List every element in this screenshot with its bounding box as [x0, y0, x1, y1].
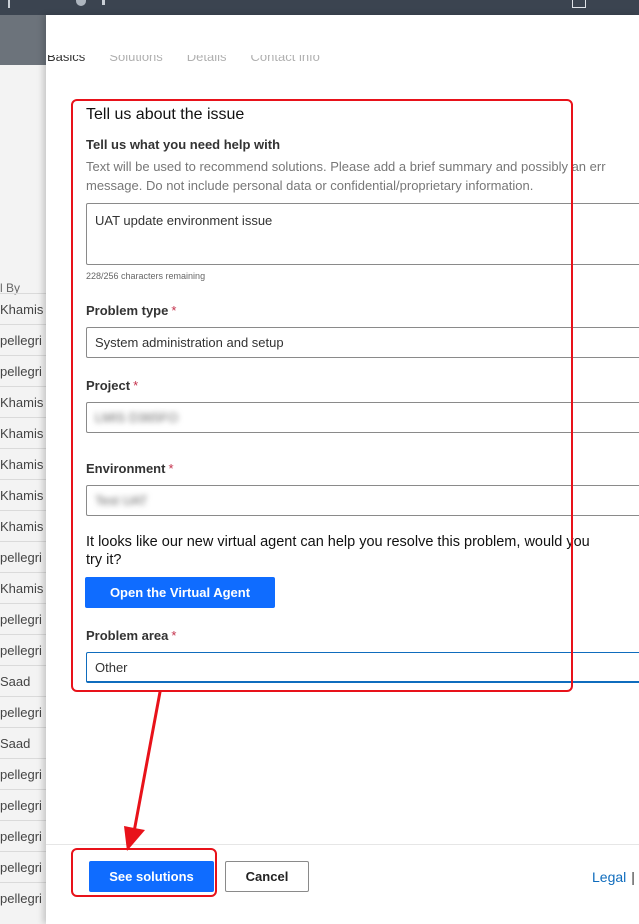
summary-label: Tell us what you need help with	[86, 137, 281, 152]
problem-type-label: Problem type *	[86, 303, 176, 318]
legal-link[interactable]: Legal	[592, 869, 626, 885]
project-value: LMIS D365FO	[95, 410, 179, 425]
tab-edge-glyph	[102, 0, 105, 5]
background-table-row: pellegri	[0, 696, 46, 728]
tab-solutions[interactable]: Solutions	[109, 55, 162, 64]
profile-icon[interactable]	[76, 0, 86, 6]
project-label: Project *	[86, 378, 138, 393]
section-title: Tell us about the issue	[86, 106, 245, 123]
see-solutions-button[interactable]: See solutions	[89, 861, 214, 892]
summary-value: UAT update environment issue	[95, 213, 273, 228]
legal-link-group: Legal |	[592, 869, 635, 885]
virtual-agent-line-2: try it?	[86, 552, 122, 568]
background-table-row: pellegri	[0, 324, 46, 356]
background-table-row: pellegri	[0, 758, 46, 790]
character-counter: 228/256 characters remaining	[86, 271, 206, 281]
project-label-text: Project	[86, 378, 131, 393]
required-marker: *	[168, 461, 174, 476]
problem-area-label-text: Problem area	[86, 628, 169, 643]
browser-top-bar	[0, 0, 639, 15]
problem-area-label: Problem area *	[86, 628, 176, 643]
environment-dropdown[interactable]: Test UAT	[86, 485, 639, 516]
virtual-agent-message: It looks like our new virtual agent can …	[86, 533, 639, 569]
required-marker: *	[133, 378, 139, 393]
background-table-row: Saad	[0, 665, 46, 697]
environment-label: Environment *	[86, 461, 174, 476]
virtual-agent-line-1: It looks like our new virtual agent can …	[86, 534, 590, 550]
required-marker: *	[171, 628, 177, 643]
cancel-button[interactable]: Cancel	[225, 861, 309, 892]
background-header-band	[0, 15, 46, 65]
summary-help-text: Text will be used to recommend solutions…	[86, 157, 639, 195]
background-table-row: pellegri	[0, 355, 46, 387]
problem-area-value: Other	[95, 660, 128, 675]
open-virtual-agent-button[interactable]: Open the Virtual Agent	[85, 577, 275, 608]
project-dropdown[interactable]: LMIS D365FO	[86, 402, 639, 433]
background-table-row: Saad	[0, 727, 46, 759]
background-table-row: pellegri	[0, 851, 46, 883]
summary-textarea[interactable]: UAT update environment issue	[86, 203, 639, 265]
background-table-row: pellegri	[0, 603, 46, 635]
problem-type-value: System administration and setup	[95, 335, 284, 350]
footer-divider	[46, 844, 639, 845]
background-table-row: Khamis	[0, 417, 46, 449]
background-table-row: Khamis	[0, 293, 46, 325]
problem-type-label-text: Problem type	[86, 303, 169, 318]
tab-edge-glyph	[8, 0, 10, 8]
tab-contact-info[interactable]: Contact info	[251, 55, 320, 64]
background-table-row: pellegri	[0, 820, 46, 852]
background-table-row: Khamis	[0, 572, 46, 604]
summary-help-line-2: message. Do not include personal data or…	[86, 178, 534, 193]
background-table-row: Khamis	[0, 386, 46, 418]
background-table-row: Khamis	[0, 479, 46, 511]
environment-label-text: Environment	[86, 461, 166, 476]
footer-separator: |	[631, 869, 635, 885]
background-table-row: pellegri	[0, 789, 46, 821]
tab-basics[interactable]: Basics	[47, 55, 85, 64]
window-icon[interactable]	[572, 0, 586, 8]
tab-details[interactable]: Details	[187, 55, 227, 64]
problem-type-dropdown[interactable]: System administration and setup	[86, 327, 639, 358]
required-marker: *	[171, 303, 177, 318]
wizard-tabs: Basics Solutions Details Contact info	[47, 55, 344, 71]
summary-help-line-1: Text will be used to recommend solutions…	[86, 159, 606, 174]
background-table-row: pellegri	[0, 634, 46, 666]
background-table-row: pellegri	[0, 541, 46, 573]
background-table-row: Khamis	[0, 510, 46, 542]
background-table-row: Khamis	[0, 448, 46, 480]
background-page: l By Khamis pellegri pellegri Khamis Khamis K…	[0, 15, 46, 924]
background-table-row: pellegri	[0, 882, 46, 914]
environment-value: Test UAT	[95, 493, 148, 508]
problem-area-dropdown[interactable]: Other	[86, 652, 639, 683]
